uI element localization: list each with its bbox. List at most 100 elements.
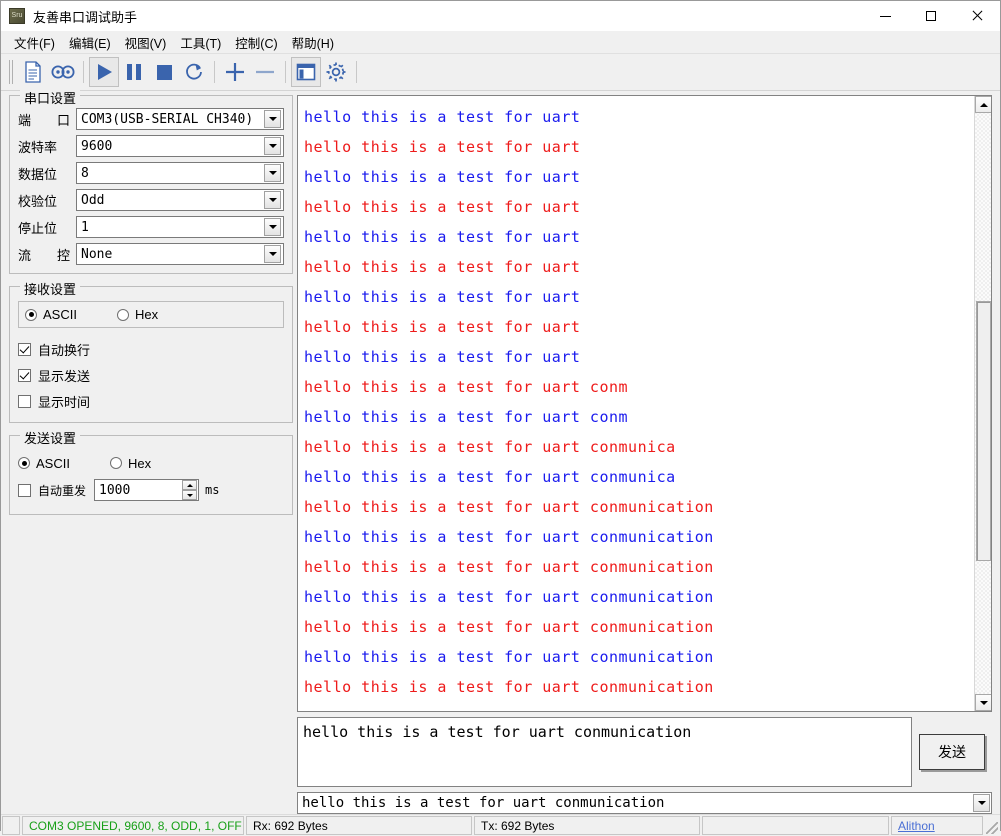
show-time-checkbox-row[interactable]: 显示时间 <box>18 388 284 414</box>
minimize-icon <box>879 15 891 17</box>
terminal-line: hello this is a test for uart conmunicat… <box>304 588 714 606</box>
show-send-checkbox-row[interactable]: 显示发送 <box>18 362 284 388</box>
send-history-dropdown-arrow[interactable] <box>973 794 990 812</box>
send-input[interactable]: hello this is a test for uart conmunicat… <box>297 717 912 787</box>
databits-combobox[interactable]: 8 <box>76 162 284 184</box>
chevron-up-icon <box>186 483 193 487</box>
resend-interval-unit: ms <box>205 483 220 497</box>
toolbar <box>1 54 1000 91</box>
menu-control[interactable]: 控制(C) <box>228 31 284 54</box>
receive-ascii-radio[interactable]: ASCII <box>25 307 77 322</box>
menu-help[interactable]: 帮助(H) <box>285 31 341 54</box>
resize-grip-icon[interactable] <box>984 815 1000 836</box>
layout-icon <box>296 63 316 81</box>
start-button[interactable] <box>89 57 119 87</box>
serial-settings-title: 串口设置 <box>20 88 81 107</box>
flowcontrol-combobox[interactable]: None <box>76 243 284 265</box>
menu-tools[interactable]: 工具(T) <box>173 31 228 54</box>
scrollbar-thumb[interactable] <box>976 301 991 561</box>
databits-value: 8 <box>81 165 89 181</box>
send-history-combobox[interactable]: hello this is a test for uart conmunicat… <box>297 792 992 814</box>
flowcontrol-dropdown-arrow[interactable] <box>264 245 281 263</box>
send-ascii-radio[interactable]: ASCII <box>18 456 70 471</box>
menu-view[interactable]: 视图(V) <box>118 31 174 54</box>
parity-dropdown-arrow[interactable] <box>264 191 281 209</box>
author-link-cell[interactable]: Alithon <box>891 816 983 835</box>
toolbar-separator-1 <box>83 61 84 83</box>
chevron-up-icon <box>979 102 988 107</box>
refresh-icon <box>186 63 202 80</box>
terminal-line: hello this is a test for uart conmunica <box>304 468 676 486</box>
auto-wrap-checkbox[interactable] <box>18 342 31 356</box>
stopbits-combobox[interactable]: 1 <box>76 216 284 238</box>
menu-edit[interactable]: 编辑(E) <box>62 31 118 54</box>
port-combobox[interactable]: COM3(USB-SERIAL CH340) <box>76 108 284 130</box>
close-button[interactable] <box>954 1 1000 31</box>
new-file-icon <box>25 61 41 83</box>
receive-format-radiogroup: ASCII Hex <box>18 301 284 328</box>
stopbits-dropdown-arrow[interactable] <box>264 218 281 236</box>
add-button[interactable] <box>220 57 250 87</box>
tx-bytes-status: Tx: 692 Bytes <box>474 816 700 835</box>
settings-button[interactable] <box>321 57 351 87</box>
refresh-button[interactable] <box>179 57 209 87</box>
status-spacer <box>702 816 889 835</box>
send-history-value: hello this is a test for uart conmunicat… <box>302 795 665 811</box>
serial-port-button[interactable] <box>48 57 78 87</box>
terminal-scrollbar[interactable] <box>974 96 991 711</box>
pause-button[interactable] <box>119 57 149 87</box>
stopbits-label: 停止位 <box>18 220 58 236</box>
remove-button[interactable] <box>250 57 280 87</box>
port-dropdown-arrow[interactable] <box>264 110 281 128</box>
send-area: hello this is a test for uart conmunicat… <box>297 717 992 787</box>
toolbar-grip[interactable] <box>8 60 15 84</box>
maximize-button[interactable] <box>908 1 954 31</box>
terminal-line: hello this is a test for uart <box>304 318 581 336</box>
parity-value: Odd <box>81 192 105 208</box>
show-time-checkbox[interactable] <box>18 394 31 408</box>
baudrate-label: 波特率 <box>18 139 58 155</box>
spin-up-button[interactable] <box>182 480 198 490</box>
databits-label: 数据位 <box>18 166 58 182</box>
resend-interval-spin-buttons[interactable] <box>182 480 198 500</box>
chevron-down-icon <box>268 252 277 256</box>
receive-hex-radio[interactable]: Hex <box>116 307 158 322</box>
port-label-left: 端 <box>18 112 32 128</box>
flowcontrol-label-right: 控 <box>56 247 70 263</box>
minimize-button[interactable] <box>862 1 908 31</box>
author-link[interactable]: Alithon <box>898 819 935 833</box>
gear-icon <box>326 62 346 82</box>
send-button[interactable]: 发送 <box>919 734 985 770</box>
auto-resend-checkbox[interactable] <box>18 483 31 497</box>
stop-button[interactable] <box>149 57 179 87</box>
terminal-line: hello this is a test for uart conmunicat… <box>304 558 714 576</box>
auto-wrap-checkbox-row[interactable]: 自动换行 <box>18 336 284 362</box>
terminal-line: hello this is a test for uart <box>304 258 581 276</box>
terminal-output[interactable]: hello this is a test for uart hello this … <box>298 96 974 711</box>
spin-down-button[interactable] <box>182 490 198 500</box>
resend-interval-stepper[interactable]: 1000 <box>94 479 200 501</box>
terminal-panel: hello this is a test for uart hello this … <box>293 91 1000 814</box>
receive-settings-group: 接收设置 ASCII Hex 自动换行 显示发送 显示时间 <box>9 279 293 423</box>
show-send-checkbox[interactable] <box>18 368 31 382</box>
baudrate-dropdown-arrow[interactable] <box>264 137 281 155</box>
scroll-up-button[interactable] <box>975 96 991 113</box>
status-indicator-cell <box>2 816 20 835</box>
baudrate-combobox[interactable]: 9600 <box>76 135 284 157</box>
layout-button[interactable] <box>291 57 321 87</box>
baudrate-value: 9600 <box>81 138 113 154</box>
terminal-line: hello this is a test for uart <box>304 168 581 186</box>
send-hex-radio[interactable]: Hex <box>109 456 151 471</box>
new-file-button[interactable] <box>18 57 48 87</box>
scroll-down-button[interactable] <box>975 694 991 711</box>
menu-file[interactable]: 文件(F) <box>7 31 62 54</box>
send-button-wrap: 发送 <box>912 717 992 787</box>
flowcontrol-row: 流 控 None <box>18 243 284 265</box>
terminal-line: hello this is a test for uart <box>304 348 581 366</box>
minus-icon <box>256 70 274 74</box>
port-row: 端 口 COM3(USB-SERIAL CH340) <box>18 108 284 130</box>
rx-bytes-status: Rx: 692 Bytes <box>246 816 472 835</box>
window-controls <box>862 1 1000 31</box>
parity-combobox[interactable]: Odd <box>76 189 284 211</box>
databits-dropdown-arrow[interactable] <box>264 164 281 182</box>
